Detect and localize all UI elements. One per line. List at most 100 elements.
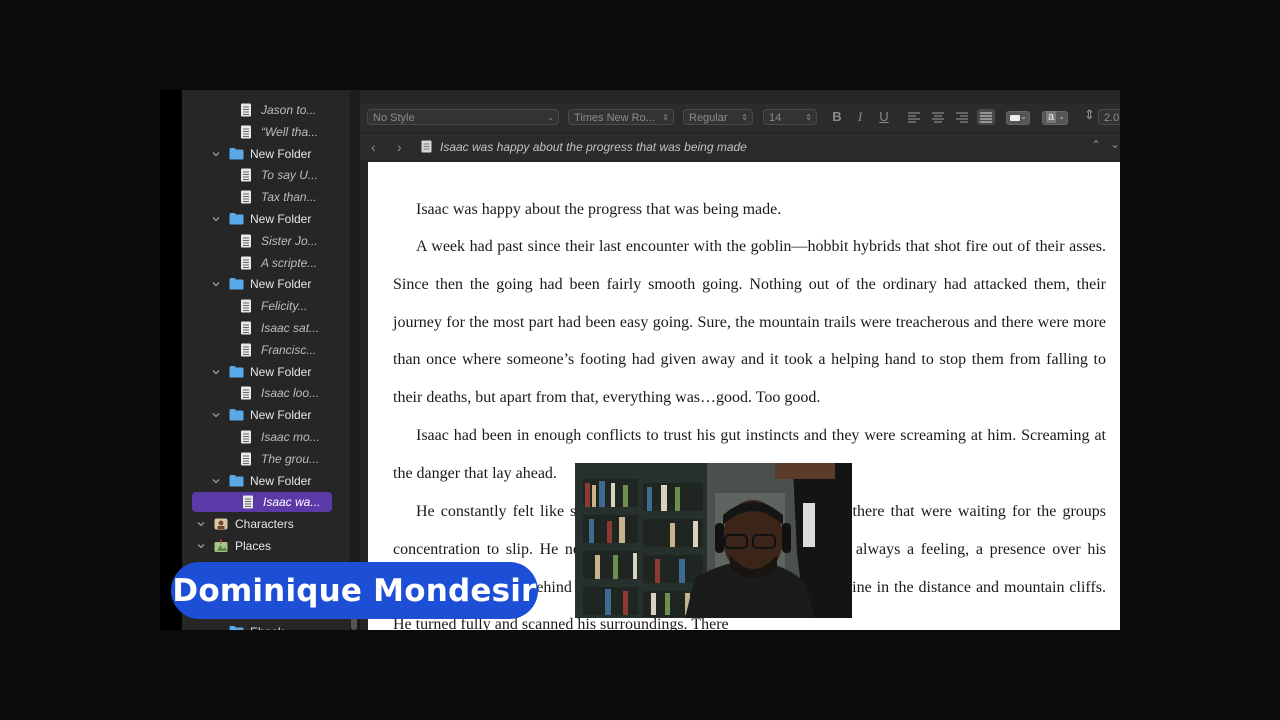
folder-icon xyxy=(229,625,244,630)
binder-document[interactable]: Isaac sat... xyxy=(240,318,352,338)
binder-folder[interactable]: New Folder xyxy=(211,209,351,229)
stepper-arrows-icon: ⇕ xyxy=(741,113,748,122)
font-weight-label: Regular xyxy=(689,112,728,124)
binder-document[interactable]: Isaac mo... xyxy=(240,427,352,447)
binder-item-label: Places xyxy=(235,539,272,553)
paragraph[interactable]: A week had past since their last encount… xyxy=(393,228,1106,417)
document-icon xyxy=(242,495,256,509)
document-icon xyxy=(240,103,254,117)
italic-button[interactable]: I xyxy=(852,109,868,125)
editor-header-bar: ‹ › Isaac was happy about the progress t… xyxy=(360,134,1120,160)
binder-sidebar[interactable]: Jason to... “Well tha... New Folder To say … xyxy=(182,90,358,630)
binder-folder-partial[interactable]: Ebook xyxy=(211,622,351,630)
binder-folder[interactable]: New Folder xyxy=(211,144,351,164)
chevron-down-icon[interactable] xyxy=(211,627,221,630)
chevron-down-icon[interactable] xyxy=(211,149,221,159)
text-color-swatch[interactable]: ⌄ xyxy=(1006,111,1030,125)
binder-item-label: The grou... xyxy=(261,451,320,466)
align-justify-icon xyxy=(980,112,992,123)
chevron-down-icon: ⌄ xyxy=(547,113,554,122)
bold-button[interactable]: B xyxy=(829,109,845,125)
binder-item-label: Tax than... xyxy=(261,190,317,205)
binder-item-label: Sister Jo... xyxy=(261,233,318,248)
binder-item-label: Isaac mo... xyxy=(261,430,320,444)
document-icon xyxy=(240,452,254,466)
line-spacing-label: 2.0 xyxy=(1104,112,1120,124)
back-arrow-icon[interactable]: ‹ xyxy=(371,139,376,155)
chevron-down-icon[interactable] xyxy=(211,410,221,420)
binder-document[interactable]: The grou... xyxy=(240,449,352,469)
binder-document[interactable]: Isaac loo... xyxy=(240,383,352,403)
chevron-down-icon[interactable] xyxy=(196,541,206,551)
align-left-icon xyxy=(908,112,920,123)
binder-document[interactable]: “Well tha... xyxy=(240,122,352,142)
highlight-color-swatch[interactable]: a ⌄ xyxy=(1042,111,1068,125)
webcam-overlay xyxy=(575,463,852,618)
document-icon xyxy=(240,125,254,139)
binder-document[interactable]: A scripte... xyxy=(240,253,352,273)
presenter-name: Dominique Mondesir xyxy=(172,572,537,609)
document-icon xyxy=(240,256,254,270)
chevron-up-icon[interactable]: ⌃ xyxy=(1091,138,1101,152)
binder-item-label: New Folder xyxy=(250,364,312,379)
chevron-down-icon[interactable] xyxy=(211,476,221,486)
stepper-arrows-icon: ⇕ xyxy=(662,113,669,122)
binder-folder[interactable]: New Folder xyxy=(211,471,351,491)
chevron-down-icon[interactable]: ⌄ xyxy=(1110,137,1120,151)
align-center-button[interactable] xyxy=(929,109,947,125)
document-icon xyxy=(240,190,254,204)
binder-item-label: New Folder xyxy=(250,146,312,161)
folder-icon xyxy=(229,474,244,488)
style-select[interactable]: No Style ⌄ xyxy=(367,109,559,125)
binder-document[interactable]: Francisc... xyxy=(240,340,352,360)
binder-section-places[interactable]: Places xyxy=(196,536,346,556)
stepper-arrows-icon: ⇕ xyxy=(805,113,812,122)
binder-document[interactable]: Felicity... xyxy=(240,296,352,316)
folder-icon xyxy=(229,212,244,226)
binder-item-label: Felicity... xyxy=(261,299,308,314)
binder-item-label: Isaac loo... xyxy=(261,386,320,401)
line-spacing-icon: ⇕ xyxy=(1084,107,1095,122)
binder-document-selected[interactable]: Isaac wa... xyxy=(192,492,332,513)
binder-folder[interactable]: New Folder xyxy=(211,274,351,294)
binder-document[interactable]: Tax than... xyxy=(240,187,352,207)
folder-icon xyxy=(229,147,244,161)
binder-section-characters[interactable]: Characters xyxy=(196,514,346,534)
forward-arrow-icon[interactable]: › xyxy=(397,139,402,155)
paragraph[interactable]: Isaac was happy about the progress that … xyxy=(393,191,1106,229)
chevron-down-icon[interactable] xyxy=(211,367,221,377)
font-family-select[interactable]: Times New Ro... ⇕ xyxy=(568,109,674,125)
binder-scrollbar[interactable] xyxy=(350,90,358,630)
folder-icon xyxy=(229,365,244,379)
chevron-down-icon: ⌄ xyxy=(1020,112,1027,121)
font-weight-select[interactable]: Regular ⇕ xyxy=(683,109,753,125)
underline-button[interactable]: U xyxy=(876,109,892,125)
sidebar-divider[interactable] xyxy=(358,90,360,630)
binder-item-label: Jason to... xyxy=(261,103,317,117)
binder-folder[interactable]: New Folder xyxy=(211,405,351,425)
line-spacing-select[interactable]: 2.0 xyxy=(1098,109,1120,125)
chevron-down-icon[interactable] xyxy=(196,519,206,529)
document-icon xyxy=(240,343,254,357)
folder-icon xyxy=(229,277,244,291)
chevron-down-icon[interactable] xyxy=(211,279,221,289)
binder-document[interactable]: Jason to... xyxy=(240,100,352,120)
font-size-select[interactable]: 14 ⇕ xyxy=(763,109,817,125)
binder-item-label: New Folder xyxy=(250,277,312,292)
chevron-down-icon: ⌄ xyxy=(1058,112,1065,121)
binder-folder[interactable]: New Folder xyxy=(211,362,351,382)
align-left-button[interactable] xyxy=(905,109,923,125)
document-icon xyxy=(421,140,432,158)
binder-item-label: To say U... xyxy=(261,168,318,183)
document-title: Isaac was happy about the progress that … xyxy=(440,140,747,154)
align-right-icon xyxy=(956,112,968,123)
binder-document[interactable]: Sister Jo... xyxy=(240,231,352,251)
align-justify-button[interactable] xyxy=(977,109,995,125)
chevron-down-icon[interactable] xyxy=(211,214,221,224)
document-icon xyxy=(240,168,254,182)
align-right-button[interactable] xyxy=(953,109,971,125)
binder-item-label: New Folder xyxy=(250,408,312,423)
font-family-label: Times New Ro... xyxy=(574,112,655,124)
binder-item-label: “Well tha... xyxy=(261,124,319,139)
binder-document[interactable]: To say U... xyxy=(240,165,352,185)
